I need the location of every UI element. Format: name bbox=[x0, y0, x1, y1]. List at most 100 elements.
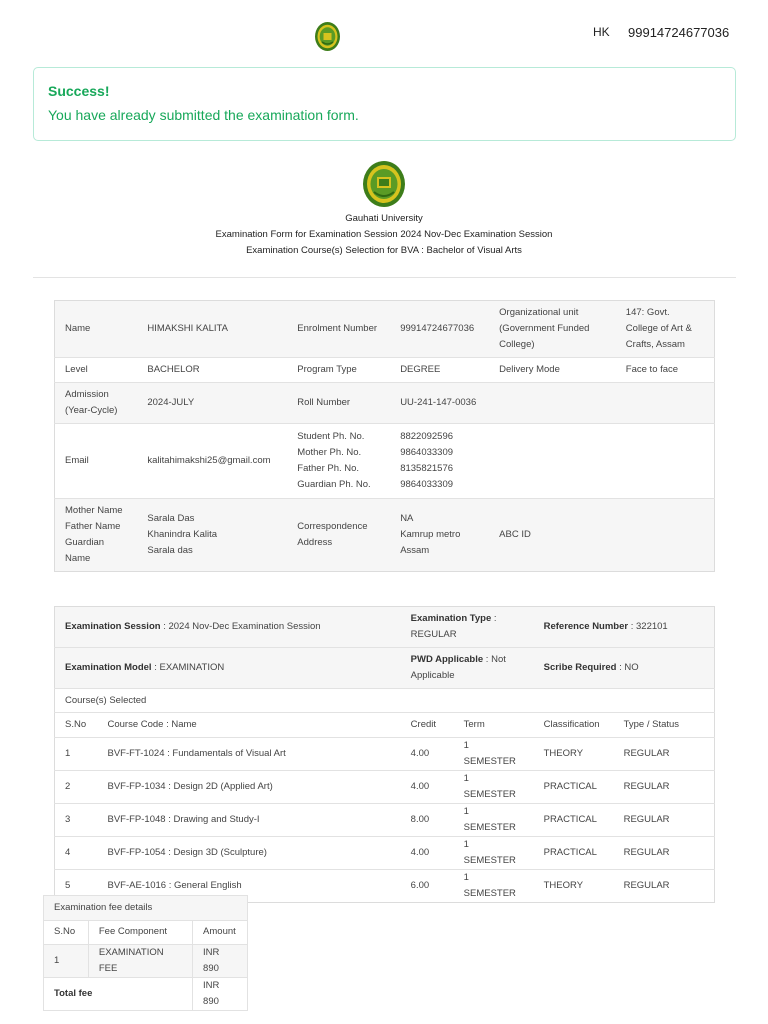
father-phone: 8135821576 bbox=[400, 463, 454, 474]
abc-id-label: ABC ID bbox=[489, 498, 616, 572]
column-header: Fee Component bbox=[87, 919, 194, 945]
mother-phone-label: Mother Ph. No. bbox=[297, 447, 362, 458]
course-type-status: REGULAR bbox=[613, 770, 715, 804]
fee-details-table: Examination fee details S.No Fee Compone… bbox=[42, 895, 248, 1011]
total-fee-label: Total fee bbox=[42, 977, 194, 1011]
course-type-status: REGULAR bbox=[613, 803, 715, 837]
table-row: Level BACHELOR Program Type DEGREE Deliv… bbox=[54, 357, 715, 383]
course-term: 1 SEMESTER bbox=[453, 737, 534, 771]
table-row: Admission (Year-Cycle) 2024-JULY Roll Nu… bbox=[54, 382, 715, 424]
address-line: Kamrup metro bbox=[400, 529, 461, 540]
program-type-value: DEGREE bbox=[390, 357, 490, 383]
exam-session: Examination Session : 2024 Nov-Dec Exami… bbox=[65, 621, 321, 632]
reference-number: Reference Number : 322101 bbox=[543, 621, 668, 632]
enrolment-label: Enrolment Number bbox=[297, 323, 378, 334]
column-header: S.No bbox=[43, 919, 89, 945]
guardian-name-label: Guardian Name bbox=[65, 537, 105, 564]
courses-caption: Course(s) Selected bbox=[54, 688, 715, 713]
course-sno: 3 bbox=[54, 803, 98, 837]
exam-model: Examination Model : EXAMINATION bbox=[54, 647, 401, 689]
guardian-name: Sarala das bbox=[147, 545, 193, 556]
address-line: NA bbox=[400, 513, 414, 524]
course-credit: 6.00 bbox=[400, 869, 454, 903]
enrolment-number: 99914724677036 bbox=[400, 323, 475, 334]
parent-labels: Mother Name Father Name Guardian Name bbox=[54, 498, 138, 572]
column-header: Type / Status bbox=[613, 712, 715, 738]
course-credit: 4.00 bbox=[400, 836, 454, 870]
table-row: Email kalitahimakshi25@gmail.com Student… bbox=[54, 423, 715, 499]
course-code-name: BVF-FP-1054 : Design 3D (Sculpture) bbox=[97, 836, 401, 870]
course-credit: 4.00 bbox=[400, 770, 454, 804]
level-value: BACHELOR bbox=[137, 357, 288, 383]
fee-total-row: Total fee INR 890 bbox=[42, 977, 248, 1011]
course-row: 3 BVF-FP-1048 : Drawing and Study-I 8.00… bbox=[54, 803, 715, 837]
mother-phone: 9864033309 bbox=[400, 447, 454, 458]
delivery-mode-label: Delivery Mode bbox=[489, 357, 616, 383]
table-row: Examination fee details bbox=[43, 895, 248, 921]
university-seal-icon bbox=[363, 161, 405, 207]
course-term: 1 SEMESTER bbox=[453, 836, 534, 870]
course-row: 4 BVF-FP-1054 : Design 3D (Sculpture) 4.… bbox=[54, 836, 715, 870]
form-title: Examination Form for Examination Session… bbox=[215, 229, 553, 240]
level-label: Level bbox=[54, 357, 138, 383]
parent-values: Sarala Das Khanindra Kalita Sarala das bbox=[137, 498, 288, 572]
fee-sno: 1 bbox=[43, 944, 89, 978]
course-type-status: REGULAR bbox=[613, 836, 715, 870]
column-header: Term bbox=[453, 712, 534, 738]
table-row: Course(s) Selected bbox=[54, 688, 715, 713]
user-initials[interactable]: HK bbox=[593, 25, 610, 39]
divider bbox=[33, 277, 736, 278]
guardian-phone-label: Guardian Ph. No. bbox=[297, 479, 371, 490]
course-credit: 8.00 bbox=[400, 803, 454, 837]
course-sno: 2 bbox=[54, 770, 98, 804]
table-row: Mother Name Father Name Guardian Name Sa… bbox=[54, 498, 715, 572]
course-type-status: REGULAR bbox=[613, 869, 715, 903]
column-header: Course Code : Name bbox=[97, 712, 401, 738]
course-classification: PRACTICAL bbox=[533, 836, 614, 870]
success-alert: Success! You have already submitted the … bbox=[33, 67, 736, 141]
email-value: kalitahimakshi25@gmail.com bbox=[137, 423, 288, 499]
roll-number-label: Roll Number bbox=[287, 382, 391, 424]
fee-amount: INR 890 bbox=[192, 944, 248, 978]
course-selection-title: Examination Course(s) Selection for BVA … bbox=[246, 245, 522, 256]
course-code-name: BVF-FT-1024 : Fundamentals of Visual Art bbox=[97, 737, 401, 771]
course-classification: THEORY bbox=[533, 869, 614, 903]
alert-title: Success! bbox=[48, 83, 110, 99]
user-id[interactable]: 99914724677036 bbox=[628, 25, 729, 40]
fee-component: EXAMINATION FEE bbox=[87, 944, 194, 978]
address-line: Assam bbox=[400, 545, 430, 556]
table-row: Examination Session : 2024 Nov-Dec Exami… bbox=[54, 606, 715, 648]
column-header: Credit bbox=[400, 712, 454, 738]
course-term: 1 SEMESTER bbox=[453, 770, 534, 804]
course-type-status: REGULAR bbox=[613, 737, 715, 771]
pwd-applicable: PWD Applicable : Not Applicable bbox=[400, 647, 534, 689]
examination-table: Examination Session : 2024 Nov-Dec Exami… bbox=[54, 606, 715, 903]
org-unit-label: Organizational unit (Government Funded C… bbox=[499, 307, 590, 350]
university-logo-icon[interactable] bbox=[314, 21, 341, 52]
program-type-label: Program Type bbox=[287, 357, 391, 383]
table-header-row: S.No Fee Component Amount bbox=[43, 919, 248, 945]
course-classification: PRACTICAL bbox=[533, 803, 614, 837]
father-phone-label: Father Ph. No. bbox=[297, 463, 360, 474]
top-bar: HK 99914724677036 bbox=[0, 0, 768, 64]
name-label: Name bbox=[65, 323, 91, 334]
father-name-label: Father Name bbox=[65, 521, 121, 532]
abc-id-value bbox=[615, 498, 715, 572]
course-sno: 1 bbox=[54, 737, 98, 771]
scribe-required: Scribe Required : NO bbox=[533, 647, 715, 689]
correspondence-address: NA Kamrup metro Assam bbox=[390, 498, 490, 572]
phone-values: 8822092596 9864033309 8135821576 9864033… bbox=[390, 423, 490, 499]
admission-value: 2024-JULY bbox=[137, 382, 288, 424]
table-row: Name HIMAKSHI KALITA Enrolment Number 99… bbox=[54, 300, 715, 358]
fee-caption: Examination fee details bbox=[43, 895, 248, 921]
form-header: Gauhati University Examination Form for … bbox=[0, 160, 768, 259]
admission-label: Admission (Year-Cycle) bbox=[54, 382, 138, 424]
course-classification: THEORY bbox=[533, 737, 614, 771]
guardian-phone: 9864033309 bbox=[400, 479, 454, 490]
mother-name: Sarala Das bbox=[147, 513, 195, 524]
university-name: Gauhati University bbox=[345, 213, 423, 224]
course-classification: PRACTICAL bbox=[533, 770, 614, 804]
course-term: 1 SEMESTER bbox=[453, 869, 534, 903]
course-code-name: BVF-FP-1048 : Drawing and Study-I bbox=[97, 803, 401, 837]
roll-number-value: UU-241-147-0036 bbox=[390, 382, 490, 424]
